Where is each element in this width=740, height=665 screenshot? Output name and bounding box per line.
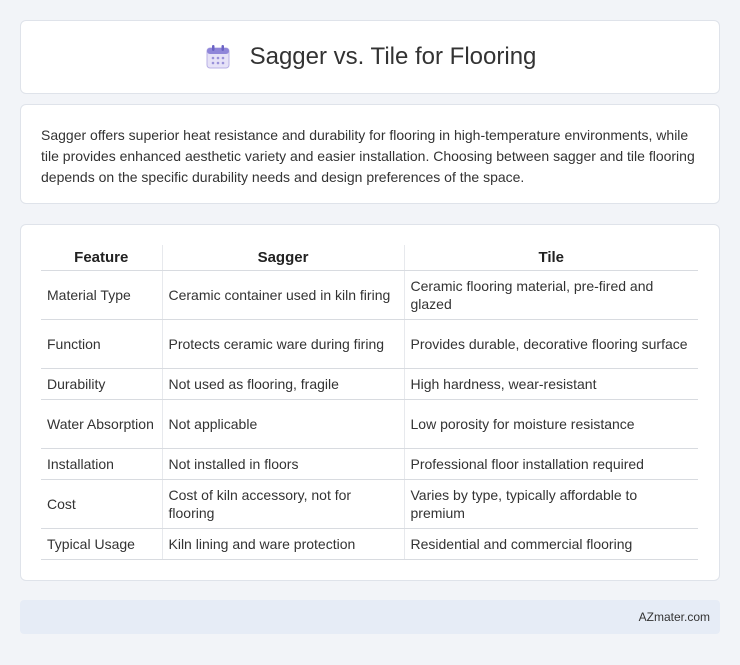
cell-feature: Water Absorption — [41, 399, 162, 449]
cell-tile: Ceramic flooring material, pre-fired and… — [403, 270, 698, 320]
cell-tile: High hardness, wear-resistant — [403, 368, 698, 400]
table-row: Water Absorption Not applicable Low poro… — [41, 399, 698, 449]
cell-feature: Function — [41, 319, 162, 369]
calendar-icon — [206, 45, 230, 69]
table-card: Feature Sagger Tile Material Type Cerami… — [20, 224, 720, 581]
cell-sagger: Not installed in floors — [161, 448, 404, 480]
header-feature: Feature — [41, 245, 162, 271]
cell-sagger: Ceramic container used in kiln firing — [161, 270, 404, 320]
table-row: Typical Usage Kiln lining and ware prote… — [41, 528, 698, 560]
cell-feature: Durability — [41, 368, 162, 400]
cell-sagger: Kiln lining and ware protection — [161, 528, 404, 560]
cell-tile: Varies by type, typically affordable to … — [403, 479, 698, 529]
table-row: Durability Not used as flooring, fragile… — [41, 368, 698, 400]
table-row: Cost Cost of kiln accessory, not for flo… — [41, 479, 698, 529]
cell-sagger: Not used as flooring, fragile — [161, 368, 404, 400]
page-title: Sagger vs. Tile for Flooring — [249, 43, 537, 70]
cell-tile: Low porosity for moisture resistance — [403, 399, 698, 449]
comparison-table: Feature Sagger Tile Material Type Cerami… — [41, 245, 698, 560]
table-header-row: Feature Sagger Tile — [41, 245, 698, 271]
cell-sagger: Cost of kiln accessory, not for flooring — [161, 479, 404, 529]
cell-feature: Typical Usage — [41, 528, 162, 560]
footer: AZmater.com — [20, 600, 720, 634]
title-wrap: Sagger vs. Tile for Flooring — [204, 43, 537, 71]
cell-tile: Residential and commercial flooring — [403, 528, 698, 560]
table-row: Material Type Ceramic container used in … — [41, 270, 698, 320]
title-card: Sagger vs. Tile for Flooring — [20, 20, 720, 94]
summary-card: Sagger offers superior heat resistance a… — [20, 104, 720, 204]
cell-feature: Installation — [41, 448, 162, 480]
header-sagger: Sagger — [161, 245, 404, 271]
cell-feature: Material Type — [41, 270, 162, 320]
cell-tile: Provides durable, decorative flooring su… — [403, 319, 698, 369]
footer-site-name[interactable]: AZmater.com — [639, 610, 710, 624]
table-row: Function Protects ceramic ware during fi… — [41, 319, 698, 369]
cell-sagger: Not applicable — [161, 399, 404, 449]
summary-text: Sagger offers superior heat resistance a… — [41, 127, 695, 185]
header-tile: Tile — [403, 245, 698, 271]
cell-sagger: Protects ceramic ware during firing — [161, 319, 404, 369]
cell-tile: Professional floor installation required — [403, 448, 698, 480]
table-row: Installation Not installed in floors Pro… — [41, 448, 698, 480]
cell-feature: Cost — [41, 479, 162, 529]
